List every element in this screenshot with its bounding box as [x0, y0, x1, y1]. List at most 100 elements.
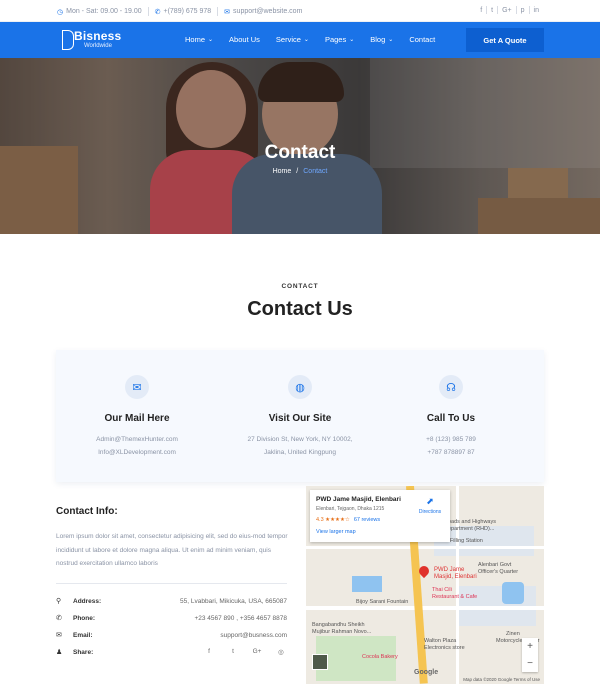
- info-label: Share:: [73, 649, 94, 656]
- map-label: Walton Plaza: [424, 638, 457, 644]
- logo-mark: [62, 30, 74, 50]
- linkedin-icon[interactable]: in: [530, 7, 543, 14]
- directions-icon: ⬈: [426, 496, 434, 506]
- chevron-down-icon: ⌄: [208, 37, 214, 43]
- google-map[interactable]: Roads and Highways Department (RHD)... T…: [306, 486, 544, 684]
- satellite-toggle[interactable]: [312, 654, 328, 670]
- google-plus-icon[interactable]: G+: [498, 7, 516, 14]
- hours-text: Mon - Sat: 09.00 - 19.00: [66, 8, 142, 15]
- map-label: Thai Cili: [432, 587, 452, 593]
- page-title: Contact: [264, 142, 336, 163]
- phone-icon: ✆: [154, 8, 161, 16]
- nav-item-label: Service: [275, 35, 301, 44]
- chevron-down-icon: ⌄: [303, 37, 309, 43]
- info-value[interactable]: +23 4567 890 , +356 4657 8878: [194, 615, 287, 622]
- map-label: Alenbari Govt: [478, 562, 512, 568]
- pinterest-icon[interactable]: p: [517, 7, 529, 14]
- breadcrumb-home[interactable]: Home: [273, 168, 292, 175]
- map-rating: 4.3 ★★★★☆ 67 reviews: [316, 517, 380, 523]
- card-line[interactable]: Admin@ThemexHunter.com: [56, 436, 218, 443]
- email-item[interactable]: ✉ support@website.com: [224, 8, 302, 16]
- info-label: Email:: [73, 632, 93, 639]
- phone-item[interactable]: ✆ +(789) 675 978: [155, 8, 212, 16]
- nav-item-about-us[interactable]: About Us: [229, 35, 260, 44]
- nav-item-label: About Us: [229, 35, 260, 44]
- get-a-quote-button[interactable]: Get A Quote: [466, 28, 544, 52]
- facebook-icon[interactable]: f: [198, 648, 220, 656]
- divider: [217, 7, 219, 16]
- map-road: [456, 486, 459, 684]
- instagram-icon[interactable]: ◎: [270, 648, 292, 656]
- logo-tagline: Worldwide: [84, 43, 112, 49]
- card-title: Our Mail Here: [104, 413, 170, 424]
- map-attribution[interactable]: Map data ©2020 Google Terms of Use: [463, 677, 540, 682]
- user-icon: ♟: [56, 649, 63, 656]
- nav-item-label: Pages: [324, 35, 347, 44]
- map-pin-label-line: Masjid, Elenbari: [434, 574, 477, 580]
- share-icons: f t G+ ◎: [196, 648, 292, 656]
- map-label: Bijoy Sarani Fountain: [356, 599, 409, 605]
- twitter-icon[interactable]: t: [222, 648, 244, 656]
- nav-item-service[interactable]: Service ⌄: [276, 35, 309, 44]
- map-pin-label-line: PWD Jame: [434, 567, 465, 573]
- card-line: 27 Division St, New York, NY 10002,: [247, 436, 353, 443]
- envelope-icon: ✉: [224, 8, 231, 16]
- info-row-phone: ✆ Phone: +23 4567 890 , +356 4657 8878: [56, 614, 287, 626]
- info-value: 55, Lvabbari, Mikicuka, USA, 665087: [180, 598, 287, 605]
- nav-item-blog[interactable]: Blog ⌄: [370, 35, 393, 44]
- headset-icon: ☊: [439, 375, 463, 399]
- map-label: Bangabandhu Sheikh: [312, 622, 365, 628]
- divider: [147, 7, 149, 16]
- breadcrumb-current: Contact: [303, 168, 328, 175]
- map-place-name: PWD Jame Masjid, Elenbari: [316, 496, 401, 503]
- section-title: Contact Us: [247, 298, 353, 320]
- nav-item-contact[interactable]: Contact: [409, 35, 435, 44]
- map-pin-label: PWD Jame Masjid, Elenbari: [434, 567, 477, 581]
- card-line[interactable]: +787 878897 87: [370, 449, 532, 456]
- main-nav: Bisness Worldwide Home ⌄ About Us Service…: [0, 22, 600, 58]
- mail-icon: ✉: [125, 375, 149, 399]
- zoom-out-button[interactable]: −: [522, 655, 538, 672]
- map-place-address: Elenbari, Tejgaon, Dhaka 1215: [316, 506, 385, 512]
- clock-icon: ◷: [57, 8, 64, 16]
- info-row-share: ♟ Share: f t G+ ◎: [56, 648, 287, 660]
- card-line[interactable]: Info@XLDevelopment.com: [56, 449, 218, 456]
- contact-info-text: Lorem ipsum dolor sit amet, consectetur …: [56, 533, 288, 567]
- nav-menu: Home ⌄ About Us Service ⌄ Pages ⌄ Blog ⌄ Con…: [185, 35, 451, 44]
- card-line[interactable]: +8 (123) 985 789: [370, 436, 532, 443]
- map-label: Officer's Quarter: [478, 569, 519, 575]
- contact-cards: ✉ Our Mail Here Admin@ThemexHunter.com I…: [56, 350, 544, 482]
- directions-label: Directions: [418, 509, 442, 515]
- nav-item-pages[interactable]: Pages ⌄: [325, 35, 354, 44]
- nav-item-home[interactable]: Home ⌄: [185, 35, 213, 44]
- twitter-icon[interactable]: t: [487, 7, 497, 14]
- email-text[interactable]: support@website.com: [233, 8, 302, 15]
- globe-icon: ◍: [288, 375, 312, 399]
- phone-text[interactable]: +(789) 675 978: [163, 8, 211, 15]
- google-plus-icon[interactable]: G+: [246, 648, 268, 656]
- card-title: Visit Our Site: [268, 413, 332, 424]
- map-reviews-link[interactable]: 67 reviews: [354, 517, 380, 523]
- map-label: Department (RHD)...: [444, 526, 495, 532]
- contact-info-title: Contact Info:: [56, 506, 118, 517]
- info-row-address: ⚲ Address: 55, Lvabbari, Mikicuka, USA, …: [56, 597, 287, 609]
- directions-button[interactable]: ⬈ Directions: [414, 496, 446, 515]
- zoom-in-button[interactable]: +: [522, 638, 538, 655]
- view-larger-map-link[interactable]: View larger map: [316, 529, 356, 535]
- map-label: Electronics store: [424, 645, 465, 651]
- nav-item-label: Blog: [370, 35, 386, 44]
- map-water: [352, 576, 382, 592]
- nav-item-label: Home: [185, 35, 206, 44]
- breadcrumb-separator: /: [296, 168, 299, 175]
- map-label: Restaurant & Cafe: [432, 594, 478, 600]
- info-label: Address:: [73, 598, 102, 605]
- logo-name: Bisness: [74, 29, 122, 43]
- map-label: Zinen: [506, 631, 520, 637]
- map-place-card: PWD Jame Masjid, Elenbari Elenbari, Tejg…: [310, 490, 450, 542]
- map-label: Cocola Bakery: [362, 654, 398, 660]
- map-label: Roads and Highways: [444, 519, 496, 525]
- info-value[interactable]: support@busness.com: [220, 632, 287, 639]
- contact-card-call: ☊ Call To Us +8 (123) 985 789 +787 87889…: [370, 350, 532, 482]
- breadcrumb: Home / Contact: [0, 168, 600, 175]
- facebook-icon[interactable]: f: [476, 7, 486, 14]
